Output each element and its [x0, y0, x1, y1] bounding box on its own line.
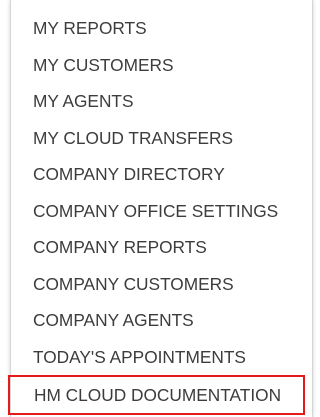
- menu-item-company-reports[interactable]: COMPANY REPORTS: [11, 229, 312, 266]
- menu-item-company-directory[interactable]: COMPANY DIRECTORY: [11, 156, 312, 193]
- menu-item-company-office-settings[interactable]: COMPANY OFFICE SETTINGS: [11, 193, 312, 230]
- menu-item-my-agents[interactable]: MY AGENTS: [11, 83, 312, 120]
- menu-item-my-cloud-transfers[interactable]: MY CLOUD TRANSFERS: [11, 120, 312, 157]
- menu-item-company-agents[interactable]: COMPANY AGENTS: [11, 302, 312, 339]
- menu-item-todays-appointments[interactable]: TODAY'S APPOINTMENTS: [11, 339, 312, 376]
- menu-item-hm-cloud-documentation[interactable]: HM CLOUD DOCUMENTATION: [8, 375, 305, 415]
- menu-item-my-customers[interactable]: MY CUSTOMERS: [11, 47, 312, 84]
- menu-item-company-customers[interactable]: COMPANY CUSTOMERS: [11, 266, 312, 303]
- menu-item-my-reports[interactable]: MY REPORTS: [11, 10, 312, 47]
- dropdown-menu: MY REPORTS MY CUSTOMERS MY AGENTS MY CLO…: [8, 0, 313, 417]
